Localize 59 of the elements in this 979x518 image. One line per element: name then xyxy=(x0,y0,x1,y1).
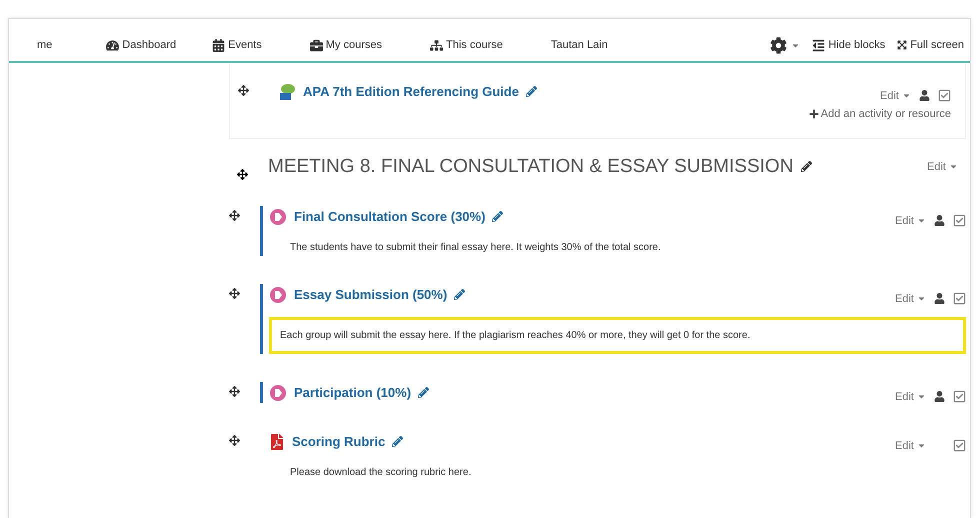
sitemap-icon xyxy=(430,38,443,52)
completion-checkbox-icon[interactable] xyxy=(953,390,966,403)
activity-description: Each group will submit the essay here. If the plagiarism reaches 40% or more, they will get 0 for the score. xyxy=(269,317,966,354)
plus-icon xyxy=(808,109,819,119)
activity-link[interactable]: Final Consultation Score (30%) xyxy=(294,209,486,224)
activity-link[interactable]: Participation (10%) xyxy=(294,385,412,400)
nav-link[interactable]: This course xyxy=(430,38,503,52)
pdf-file-icon xyxy=(278,82,296,100)
pencil-icon[interactable] xyxy=(392,436,404,447)
briefcase-icon xyxy=(310,38,323,52)
pencil-icon[interactable] xyxy=(454,289,466,300)
calendar-icon xyxy=(212,38,226,52)
completion-checkbox-icon[interactable] xyxy=(953,439,966,452)
activity-link[interactable]: APA 7th Edition Referencing Guide xyxy=(303,84,519,99)
edit-menu[interactable]: Edit xyxy=(880,90,911,102)
assignment-icon xyxy=(269,286,287,304)
nav-link[interactable]: me xyxy=(37,39,52,51)
activity-description: The students have to submit their final essay here. It weights 30% of the total score. xyxy=(289,241,662,255)
hide-blocks-link[interactable]: Hide blocks xyxy=(812,38,886,52)
activity-description: Please download the scoring rubric here. xyxy=(289,466,472,480)
edit-menu[interactable]: Edit xyxy=(895,440,926,452)
user-icon[interactable] xyxy=(934,293,945,304)
section-title: MEETING 8. FINAL CONSULTATION & ESSAY SUBMISSION xyxy=(268,156,794,178)
pencil-icon[interactable] xyxy=(526,86,537,97)
edit-menu[interactable]: Edit xyxy=(895,214,926,226)
move-icon[interactable] xyxy=(238,85,249,96)
move-icon[interactable] xyxy=(237,169,248,180)
settings-menu[interactable] xyxy=(770,36,800,54)
dashboard-icon xyxy=(106,38,120,52)
user-icon[interactable] xyxy=(934,215,945,226)
pencil-icon[interactable] xyxy=(492,211,504,222)
assignment-icon xyxy=(269,384,287,402)
add-activity-link[interactable]: Add an activity or resource xyxy=(808,108,951,120)
move-icon[interactable] xyxy=(229,435,240,446)
list-outdent-icon xyxy=(812,38,826,52)
nav-link[interactable]: Dashboard xyxy=(106,38,176,52)
pdf-file-icon xyxy=(269,434,285,450)
edit-menu[interactable]: Edit xyxy=(895,292,926,304)
edit-menu[interactable]: Edit xyxy=(927,160,958,172)
activity-link[interactable]: Essay Submission (50%) xyxy=(294,287,448,302)
activity-link[interactable]: Scoring Rubric xyxy=(292,434,386,449)
move-icon[interactable] xyxy=(229,288,240,299)
edit-menu[interactable]: Edit xyxy=(895,390,926,402)
pencil-icon[interactable] xyxy=(801,161,812,172)
completion-checkbox-icon[interactable] xyxy=(938,89,951,102)
nav-link[interactable]: My courses xyxy=(310,38,382,52)
nav-link[interactable]: Events xyxy=(212,38,262,52)
settings-icon xyxy=(770,36,788,54)
full-screen-link[interactable]: Full screen xyxy=(897,39,964,51)
user-icon[interactable] xyxy=(934,391,945,402)
move-icon[interactable] xyxy=(229,210,240,221)
user-icon[interactable] xyxy=(919,90,930,101)
pencil-icon[interactable] xyxy=(418,387,430,398)
assignment-icon xyxy=(269,208,287,226)
nav-link[interactable]: Tautan Lain xyxy=(550,39,608,51)
move-icon[interactable] xyxy=(229,386,240,397)
expand-arrows-icon xyxy=(897,40,908,50)
completion-checkbox-icon[interactable] xyxy=(953,214,966,227)
completion-checkbox-icon[interactable] xyxy=(953,292,966,305)
